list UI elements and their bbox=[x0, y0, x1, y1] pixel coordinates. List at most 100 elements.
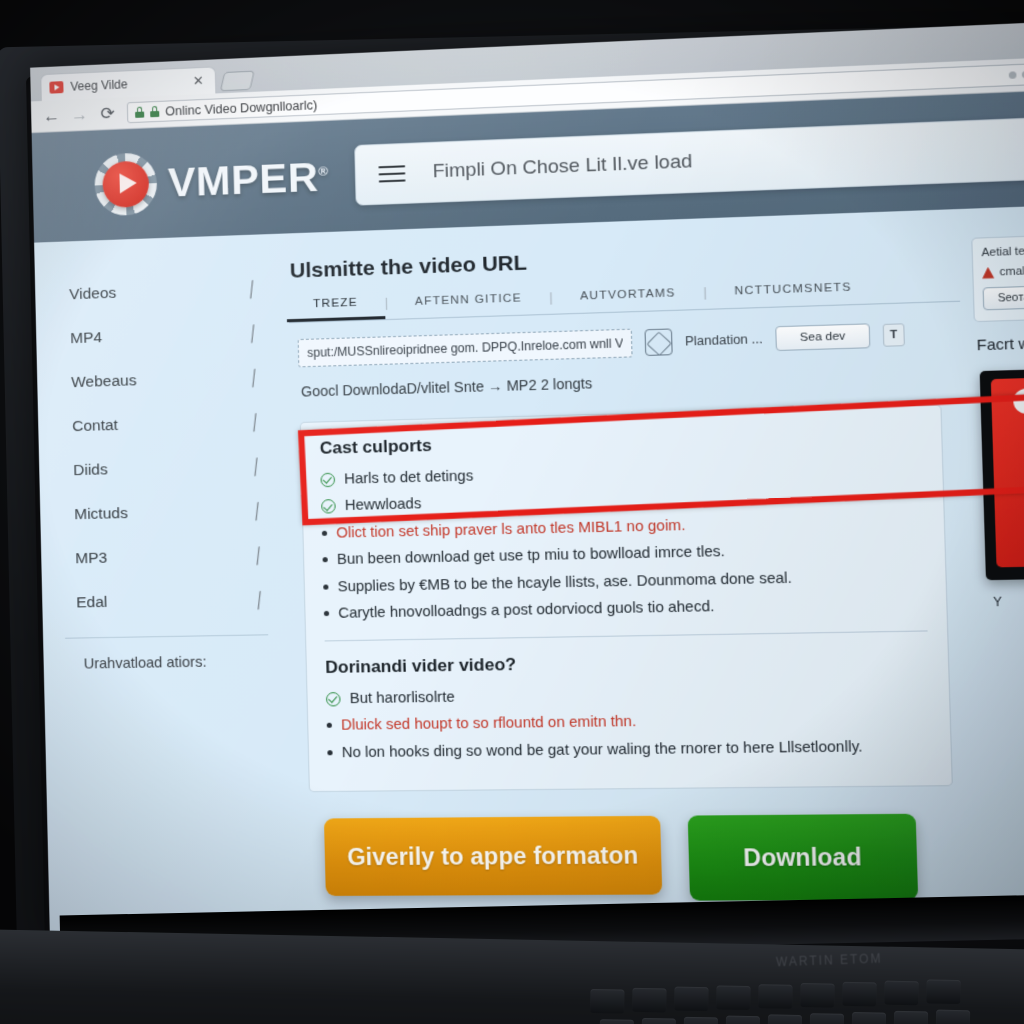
list-item-text: Bun been download get use tp miu to bowl… bbox=[336, 544, 726, 569]
sidebar-item-label: Webeaus bbox=[71, 372, 137, 392]
paste-icon[interactable] bbox=[644, 328, 673, 356]
video-url-input[interactable]: sput:/MUSSnlireoipridnee gom. DPPQ.Inrel… bbox=[297, 328, 633, 368]
logo-text: VMPER® bbox=[167, 153, 329, 207]
section-title-supports: Cast culports bbox=[319, 435, 432, 458]
video-thumbnail-card[interactable]: ◯ bbox=[979, 367, 1024, 581]
action-buttons: Giverily to appe formaton Download bbox=[323, 813, 959, 903]
video-url-input-value: sput:/MUSSnlireoipridnee gom. DPPQ.Inrel… bbox=[307, 336, 623, 361]
choose-format-button[interactable]: Giverily to appe formaton bbox=[323, 816, 663, 897]
photo-scene: Veeg Vilde ✕ ← → ⟳ Onlinc Video Dowgnllo… bbox=[0, 0, 1024, 1024]
sidebar-item-label: MP4 bbox=[70, 329, 103, 348]
list-item-text: Harls to det detings bbox=[343, 468, 474, 488]
section-title-question: Dorinandi vider video? bbox=[325, 654, 517, 677]
alert-icon bbox=[982, 267, 994, 279]
tab-aftenn-gitice[interactable]: AFTENN GITICE bbox=[388, 291, 550, 317]
check-icon bbox=[321, 499, 336, 515]
back-icon[interactable]: ← bbox=[43, 106, 60, 126]
check-icon bbox=[320, 472, 336, 488]
play-button-logo-icon bbox=[93, 152, 158, 217]
chevron-icon: ╱ bbox=[248, 457, 263, 476]
sidebar-item-mp3[interactable]: MP3 ╱ bbox=[41, 537, 289, 578]
chevron-icon: ╱ bbox=[245, 323, 260, 343]
forward-icon[interactable]: → bbox=[71, 105, 88, 125]
tab-autvortams[interactable]: AUTVORTAMS bbox=[553, 286, 704, 311]
sidebar-item-mp4[interactable]: MP4 ╱ bbox=[36, 314, 284, 358]
bullet-icon bbox=[323, 611, 330, 617]
rail-action-button[interactable]: Seoтarná bbox=[982, 284, 1024, 311]
url-entry-panel: sput:/MUSSnlireoipridnee gom. DPPQ.Inrel… bbox=[297, 318, 961, 400]
sidebar-item-edal[interactable]: Edal ╱ bbox=[42, 581, 290, 622]
rail-footer-text: Y bbox=[992, 594, 1003, 610]
chevron-icon: ╱ bbox=[250, 545, 265, 565]
sidebar-item-mictuds[interactable]: Mictuds ╱ bbox=[40, 492, 288, 534]
close-icon[interactable]: ✕ bbox=[190, 73, 207, 90]
header-search-placeholder: Fimpli On Chose Lit Il.ve load bbox=[432, 150, 693, 183]
address-bar-text: Onlinc Video Dowgnlloarlc) bbox=[165, 97, 318, 119]
site-info-icon bbox=[150, 105, 160, 118]
trademark-symbol: ® bbox=[318, 163, 329, 179]
sidebar-item-label: Mictuds bbox=[74, 504, 129, 524]
tab-nctucmsnets[interactable]: NCTTUCMSNETS bbox=[707, 280, 881, 306]
check-icon bbox=[325, 691, 341, 707]
paste-label: Plandation ... bbox=[684, 331, 763, 349]
question-list: But harorlisolrte Dluick sed houpt to so… bbox=[325, 679, 932, 765]
list-item-text: Olict tion set ship praver ls anto tles … bbox=[336, 517, 686, 542]
sidebar-item-label: MP3 bbox=[75, 549, 108, 568]
reload-icon[interactable]: ⟳ bbox=[99, 104, 116, 124]
url-helper-text: Goocl DownlodaD/vlitel Snte → MP2 2 long… bbox=[300, 375, 593, 400]
rail-line-1: Aetial te bbox=[981, 245, 1024, 260]
site-logo[interactable]: VMPER® bbox=[93, 145, 330, 217]
list-item-text: Dluick sed houpt to so rflountd on emitn… bbox=[340, 713, 637, 735]
sidebar-item-webeaus[interactable]: Webeaus ╱ bbox=[37, 359, 285, 402]
list-item: No lon hooks ding so wond be gat your wa… bbox=[327, 735, 931, 765]
rail-line-2: cmaln7 bbox=[999, 264, 1024, 279]
lock-icon bbox=[135, 106, 145, 118]
omnibox-actions bbox=[1008, 70, 1024, 79]
list-item: Dluick sed houpt to so rflountd on emitn… bbox=[326, 707, 930, 738]
sidebar-item-diids[interactable]: Diids ╱ bbox=[39, 448, 287, 490]
sidebar: Videos ╱ MP4 ╱ Webeaus ╱ Contat ╱ Diids … bbox=[34, 234, 299, 940]
list-item: But harorlisolrte bbox=[325, 679, 930, 710]
bullet-icon bbox=[326, 722, 332, 729]
chevron-icon: ╱ bbox=[247, 412, 262, 431]
list-item-text: Carytle hnovolloadngs a post odorviocd g… bbox=[338, 599, 715, 623]
list-item-text: No lon hooks ding so wond be gat your wa… bbox=[341, 738, 863, 762]
sidebar-item-label: Edal bbox=[76, 593, 108, 612]
search-button[interactable]: Sea dev bbox=[775, 323, 871, 352]
sidebar-footnote: Urahvatload atiors: bbox=[83, 654, 207, 673]
info-card: Cast culports Harls to det detings Hewwl… bbox=[299, 404, 953, 793]
url-entry-row: sput:/MUSSnlireoipridnee gom. DPPQ.Inrel… bbox=[297, 318, 960, 368]
hamburger-icon[interactable] bbox=[378, 161, 407, 188]
content-tabs: TREZE | AFTENN GITICE | AUTVORTAMS | NCT… bbox=[282, 275, 966, 322]
download-button[interactable]: Download bbox=[687, 813, 919, 901]
header-search-bar[interactable]: Fimpli On Chose Lit Il.ve load bbox=[354, 117, 1024, 206]
bullet-icon bbox=[322, 557, 328, 563]
bullet-icon bbox=[327, 749, 333, 756]
browser-tab-title: Veeg Vilde bbox=[70, 77, 128, 94]
laptop-screen: Veeg Vilde ✕ ← → ⟳ Onlinc Video Dowgnllo… bbox=[30, 21, 1024, 940]
list-item-text: Supplies by €MB to be the hcayle llists,… bbox=[337, 570, 793, 596]
bullet-icon bbox=[321, 530, 328, 536]
page-title: Ulsmitte the video URL bbox=[289, 251, 528, 283]
page-body: Videos ╱ MP4 ╱ Webeaus ╱ Contat ╱ Diids … bbox=[34, 205, 1024, 940]
video-favicon bbox=[49, 81, 64, 94]
sidebar-item-videos[interactable]: Videos ╱ bbox=[35, 270, 283, 314]
thumbnail-badge: ◯ bbox=[1012, 387, 1024, 415]
sidebar-item-label: Videos bbox=[69, 284, 117, 304]
text-tool-icon[interactable]: T bbox=[882, 323, 905, 347]
sidebar-item-contat[interactable]: Contat ╱ bbox=[38, 403, 286, 446]
rail-card: Aetial te cmaln7 Seoтarná bbox=[971, 234, 1024, 323]
supports-list: Harls to det detings Hewwloads Olict tio… bbox=[320, 454, 927, 626]
chevron-icon: ╱ bbox=[244, 279, 259, 298]
list-item-text: Hewwloads bbox=[344, 496, 422, 515]
rail-row: cmaln7 bbox=[982, 264, 1024, 279]
main-content: Ulsmitte the video URL TREZE | AFTENN GI… bbox=[281, 209, 987, 940]
tab-treze[interactable]: TREZE bbox=[286, 295, 386, 322]
list-item-text: But harorlisolrte bbox=[349, 689, 455, 708]
logo-wordmark: VMPER bbox=[167, 153, 320, 206]
chevron-icon: ╱ bbox=[246, 368, 261, 387]
chevron-icon: ╱ bbox=[249, 501, 264, 520]
new-tab-button[interactable] bbox=[219, 70, 255, 92]
video-thumbnail: ◯ bbox=[990, 375, 1024, 568]
bookmark-icon[interactable] bbox=[1008, 71, 1017, 79]
